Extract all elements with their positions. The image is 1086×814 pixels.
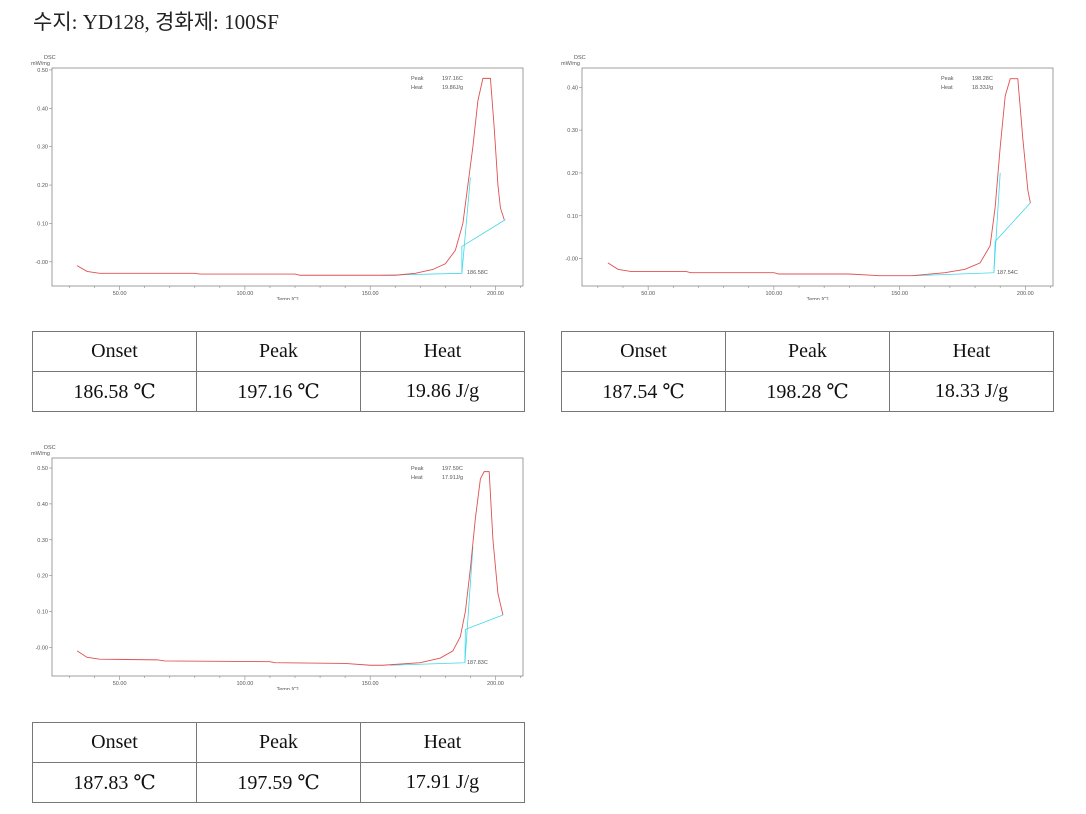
y-tick-label: 0.40 <box>567 85 578 91</box>
onset-value: 187.83 ℃ <box>32 762 197 803</box>
y-tick-label: 0.20 <box>37 183 48 189</box>
chart-svg: DSCmW/mg-0.000.100.200.300.4050.00 100.00… <box>561 55 1054 303</box>
document-title: 수지: YD128, 경화제: 100SF <box>33 10 279 34</box>
y-tick-label: 0.30 <box>567 128 578 134</box>
plot-frame <box>51 457 524 677</box>
y-tick-label: -0.00 <box>35 260 48 266</box>
heat-value: 18.33 J/g <box>889 371 1054 412</box>
x-tick-label: 100.00 <box>236 681 253 687</box>
x-tick-label: 150.00 <box>891 291 908 297</box>
y-tick-label: 0.20 <box>567 171 578 177</box>
heat-label: Heat <box>941 85 953 91</box>
header-onset: Onset <box>32 331 197 372</box>
x-tick-label: 150.00 <box>362 681 379 687</box>
heat-value: 19.86 J/g <box>360 371 525 412</box>
onset-value: 187.54 ℃ <box>561 371 726 412</box>
y-tick-label: 0.10 <box>37 609 48 615</box>
baseline-line <box>382 219 506 276</box>
x-tick-label: 100.00 <box>765 291 782 297</box>
dsc-curve <box>607 78 1031 277</box>
chart-svg: DSCmW/mg-0.000.100.200.300.400.5050.00 10… <box>31 445 524 693</box>
x-tick-label: 200.00 <box>1017 291 1034 297</box>
dsc-chart-1: DSC mW/mg -0.00 0.10 0.20 0.30 0.40 0.50 50.00 10… <box>30 50 530 303</box>
header-onset: Onset <box>32 722 197 763</box>
header-heat: Heat <box>889 331 1054 372</box>
x-tick-label: 200.00 <box>487 681 504 687</box>
header-onset: Onset <box>561 331 726 372</box>
heat-annotation: 17.91J/g <box>442 475 463 481</box>
peak-value: 197.59 ℃ <box>196 762 361 803</box>
results-table-1: Onset Peak Heat 186.58 ℃ 197.16 ℃ 19.86 J/g <box>32 331 525 412</box>
heat-label: Heat <box>411 475 423 481</box>
x-tick-label: 100.00 <box>236 291 253 297</box>
y-tick-label: 0.50 <box>37 466 48 472</box>
dsc-curve <box>76 471 504 666</box>
y-axis-unit: mW/mg <box>561 61 580 67</box>
y-tick-label: 0.50 <box>37 68 48 74</box>
plot-frame <box>51 67 524 287</box>
header-peak: Peak <box>725 331 890 372</box>
x-axis-title: Temp [C] <box>276 297 298 300</box>
baseline-line <box>912 202 1031 277</box>
dsc-curve <box>76 77 505 276</box>
onset-annotation: 187.54C <box>997 270 1018 276</box>
y-tick-label: 0.30 <box>37 145 48 151</box>
x-tick-label: 50.00 <box>113 291 127 297</box>
peak-annotation: 198.28C <box>972 76 993 82</box>
heat-label: Heat <box>411 85 423 91</box>
results-table-3: Onset Peak Heat 187.83 ℃ 197.59 ℃ 17.91 J/g <box>32 722 525 803</box>
y-tick-label: 0.10 <box>37 221 48 227</box>
chart-svg: DSCmW/mg-0.000.100.200.300.400.5050.00 10… <box>31 55 524 303</box>
heat-value: 17.91 J/g <box>360 762 525 803</box>
baseline-line <box>461 177 471 274</box>
y-tick-label: 0.10 <box>567 214 578 220</box>
y-tick-label: -0.00 <box>565 257 578 263</box>
heat-annotation: 18.33J/g <box>972 85 993 91</box>
header-heat: Heat <box>360 722 525 763</box>
peak-annotation: 197.59C <box>442 466 463 472</box>
heat-annotation: 19.86J/g <box>442 85 463 91</box>
peak-label: Peak <box>411 466 424 472</box>
dsc-chart-3: DSC mW/mg -0.00 0.10 0.20 0.30 0.40 0.50 50.00 10… <box>30 440 530 693</box>
y-tick-label: 0.40 <box>37 502 48 508</box>
y-tick-label: 0.40 <box>37 106 48 112</box>
y-tick-label: 0.20 <box>37 574 48 580</box>
y-axis-unit: mW/mg <box>31 451 50 457</box>
onset-annotation: 186.58C <box>467 270 488 276</box>
x-tick-label: 50.00 <box>641 291 655 297</box>
header-peak: Peak <box>196 331 361 372</box>
results-table-2: Onset Peak Heat 187.54 ℃ 198.28 ℃ 18.33 J/g <box>561 331 1054 412</box>
onset-value: 186.58 ℃ <box>32 371 197 412</box>
y-axis-unit: mW/mg <box>31 61 50 67</box>
y-tick-label: -0.00 <box>35 645 48 651</box>
onset-annotation: 187.83C <box>467 660 488 666</box>
plot-frame <box>581 67 1054 287</box>
x-tick-label: 150.00 <box>362 291 379 297</box>
baseline-line <box>390 614 504 666</box>
peak-label: Peak <box>941 76 954 82</box>
peak-label: Peak <box>411 76 424 82</box>
y-tick-label: 0.30 <box>37 538 48 544</box>
x-axis-title: Temp [C] <box>276 687 298 690</box>
peak-annotation: 197.16C <box>442 76 463 82</box>
peak-value: 197.16 ℃ <box>196 371 361 412</box>
peak-value: 198.28 ℃ <box>725 371 890 412</box>
header-heat: Heat <box>360 331 525 372</box>
x-tick-label: 50.00 <box>113 681 127 687</box>
x-axis-title: Temp [C] <box>806 297 828 300</box>
dsc-chart-2: DSC mW/mg -0.00 0.10 0.20 0.30 0.40 50.00 100.00… <box>560 50 1060 303</box>
header-peak: Peak <box>196 722 361 763</box>
x-tick-label: 200.00 <box>487 291 504 297</box>
